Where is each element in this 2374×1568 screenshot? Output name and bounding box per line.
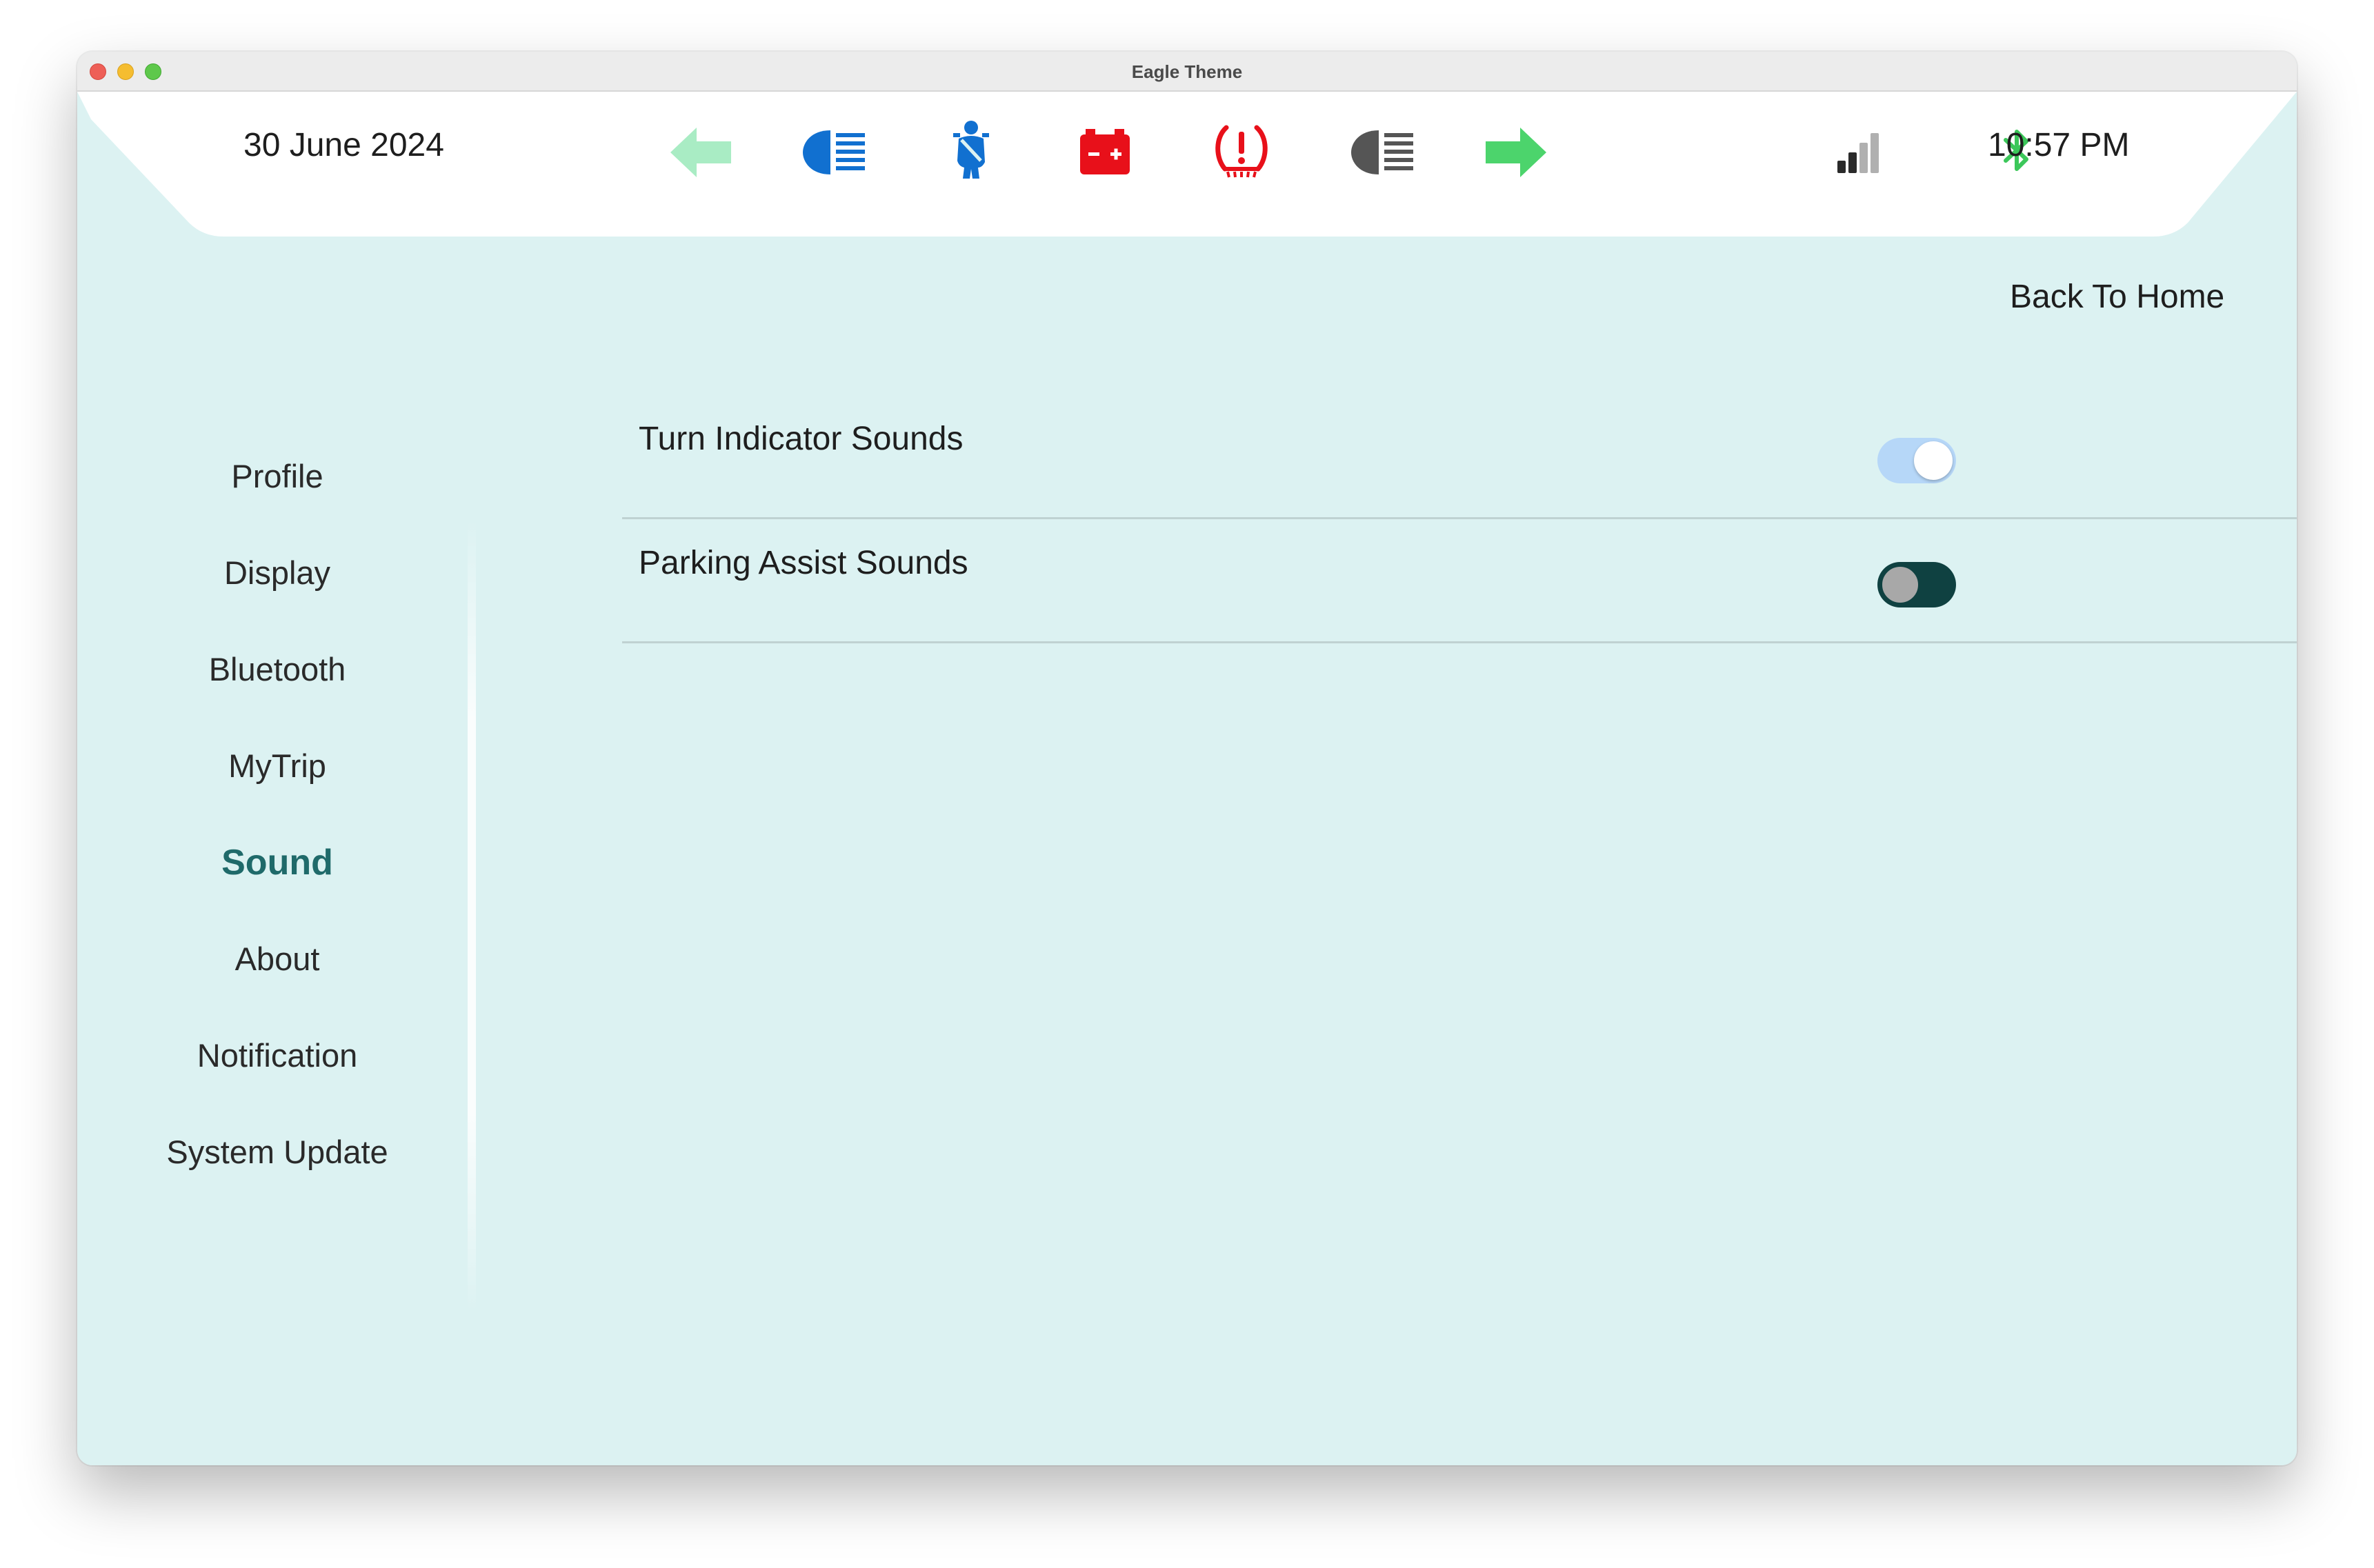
toggle-knob xyxy=(1881,565,1919,604)
setting-row-parking-assist-sounds: Parking Assist Sounds xyxy=(622,519,2297,643)
setting-label: Parking Assist Sounds xyxy=(639,545,968,581)
battery-warning-icon xyxy=(1080,129,1130,174)
sidebar-item-about[interactable]: About xyxy=(132,940,422,978)
sidebar-item-system-update[interactable]: System Update xyxy=(132,1133,422,1171)
sidebar-item-profile[interactable]: Profile xyxy=(132,457,422,495)
header-time: 10:57 PM xyxy=(1988,127,2130,163)
back-to-home-link[interactable]: Back To Home xyxy=(2010,278,2224,316)
seatbelt-icon xyxy=(953,121,989,179)
sidebar-divider xyxy=(468,519,476,1312)
title-bar: Eagle Theme xyxy=(77,52,2297,92)
toggle-knob xyxy=(1914,441,1953,480)
header-panel xyxy=(77,92,2297,237)
sidebar-item-sound[interactable]: Sound xyxy=(132,842,422,883)
app-window: Eagle Theme 30 June 2024 10:57 PM Back T… xyxy=(77,52,2297,1465)
high-beam-headlight-icon xyxy=(803,130,865,174)
right-turn-arrow-icon xyxy=(1486,128,1546,177)
signal-strength-icon xyxy=(1837,133,1879,173)
setting-row-turn-indicator-sounds: Turn Indicator Sounds xyxy=(622,395,2297,519)
turn-indicator-sounds-toggle[interactable] xyxy=(1877,438,1956,483)
sidebar-item-notification[interactable]: Notification xyxy=(132,1036,422,1074)
sidebar-item-mytrip[interactable]: MyTrip xyxy=(132,747,422,785)
header-date: 30 June 2024 xyxy=(243,127,444,163)
tire-pressure-warning-icon xyxy=(1215,125,1268,178)
parking-assist-sounds-toggle[interactable] xyxy=(1877,562,1956,607)
low-beam-headlight-icon xyxy=(1351,130,1413,174)
sidebar-item-display[interactable]: Display xyxy=(132,554,422,592)
dashboard-content: 30 June 2024 10:57 PM Back To Home Profi… xyxy=(77,92,2297,1465)
setting-label: Turn Indicator Sounds xyxy=(639,421,964,457)
sidebar-item-bluetooth[interactable]: Bluetooth xyxy=(132,650,422,688)
left-turn-arrow-icon xyxy=(670,128,731,177)
window-title: Eagle Theme xyxy=(1131,61,1243,82)
